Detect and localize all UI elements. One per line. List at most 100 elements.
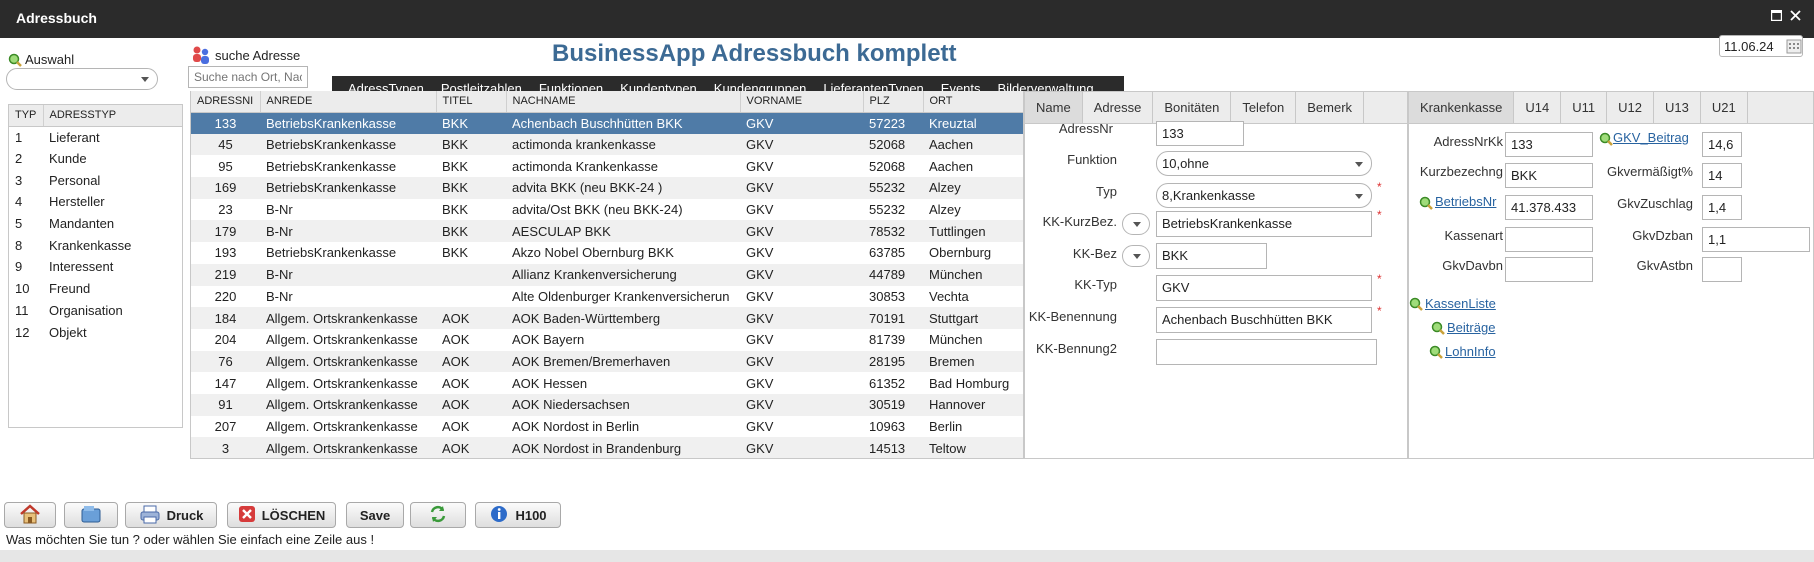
gkvermaessigt-field[interactable]: 14 — [1702, 163, 1742, 188]
table-row[interactable]: 45 BetriebsKrankenkasse BKK actimonda krank… — [191, 133, 1023, 156]
typ-row[interactable]: 3 Personal — [9, 169, 182, 191]
close-icon[interactable] — [1790, 9, 1801, 24]
funktion-select[interactable]: 10,ohne — [1156, 151, 1372, 176]
typ-row[interactable]: 1 Lieferant — [9, 126, 182, 148]
table-row[interactable]: 3 Allgem. Ortskrankenkasse AOK AOK Nordost … — [191, 437, 1023, 458]
lohninfo-link[interactable]: LohnInfo — [1445, 344, 1496, 359]
tab-u14[interactable]: U14 — [1514, 92, 1562, 123]
typ-row[interactable]: 2 Kunde — [9, 148, 182, 170]
home-button[interactable] — [4, 502, 56, 528]
gkvermaessigt-value: 14 — [1708, 168, 1723, 183]
delete-button[interactable]: LÖSCHEN — [227, 502, 336, 528]
nachname-cell: Akzo Nobel Obernburg BKK — [512, 245, 674, 261]
table-row[interactable]: 95 BetriebsKrankenkasse BKK actimonda Krank… — [191, 155, 1023, 177]
tab-bonitaeten[interactable]: Bonitäten — [1153, 92, 1232, 123]
anrede-cell: B-Nr — [266, 202, 293, 218]
kurzbez-dropdown-button[interactable] — [1122, 213, 1150, 235]
kk-bez-value: BKK — [1162, 248, 1189, 263]
calendar-icon[interactable] — [1786, 38, 1802, 57]
bez-dropdown-button[interactable] — [1122, 245, 1150, 267]
typ-row[interactable]: 5 Mandanten — [9, 213, 182, 235]
kassenliste-link[interactable]: KassenListe — [1425, 296, 1496, 311]
column-header-nachname[interactable]: NACHNAME — [506, 91, 741, 113]
adressnr-cell: 169 — [191, 177, 260, 199]
table-row[interactable]: 147 Allgem. Ortskrankenkasse AOK AOK Hessen… — [191, 372, 1023, 394]
tab-name[interactable]: Name — [1025, 92, 1083, 123]
adressnrkk-field[interactable]: 133 — [1505, 132, 1593, 157]
table-row[interactable]: 133 BetriebsKrankenkasse BKK Achenbach Busc… — [191, 112, 1023, 134]
vorname-cell: GKV — [740, 177, 863, 199]
beitraege-link[interactable]: Beiträge — [1447, 320, 1495, 335]
table-row[interactable]: 23 B-Nr BKK advita/Ost BKK (neu BKK-24) GKV 5… — [191, 199, 1023, 221]
typ-row[interactable]: 10 Freund — [9, 278, 182, 300]
tab-u12[interactable]: U12 — [1607, 92, 1654, 123]
typ-row[interactable]: 12 Objekt — [9, 321, 182, 343]
adresstyp-cell: Objekt — [49, 324, 87, 340]
kk-bez-field[interactable]: BKK — [1156, 243, 1267, 269]
refresh-button[interactable] — [410, 502, 466, 528]
plz-cell: 14513 — [863, 437, 923, 458]
kk-typ-field[interactable]: GKV — [1156, 275, 1372, 301]
gkvdzban-field[interactable]: 1,1 — [1702, 227, 1810, 252]
magnifier-icon[interactable] — [1431, 321, 1445, 335]
column-header-titel[interactable]: TITEL — [436, 91, 507, 113]
table-row[interactable]: 220 B-Nr Alte Oldenburger Krankenversicher… — [191, 286, 1023, 308]
typ-row[interactable]: 4 Hersteller — [9, 191, 182, 213]
betriebsnr-link[interactable]: BetriebsNr — [1435, 194, 1496, 209]
table-row[interactable]: 91 Allgem. Ortskrankenkasse AOK AOK Nieders… — [191, 393, 1023, 416]
gkv-beitrag-field[interactable]: 14,6 — [1702, 132, 1742, 157]
address-grid: ADRESSNI ANREDE TITEL NACHNAME VORNAME P… — [190, 91, 1024, 459]
magnifier-icon[interactable] — [1409, 297, 1423, 311]
save-button[interactable]: Save — [346, 502, 404, 528]
help-button[interactable]: H100 — [475, 502, 561, 528]
auswahl-select[interactable] — [6, 68, 158, 90]
maximize-icon[interactable] — [1770, 9, 1783, 24]
adressnr-field[interactable]: 133 — [1156, 121, 1244, 146]
search-input[interactable] — [188, 66, 308, 88]
column-header-vorname[interactable]: VORNAME — [740, 91, 864, 113]
tab-adresse[interactable]: Adresse — [1083, 92, 1154, 123]
column-header-typ[interactable]: TYP — [9, 105, 44, 127]
gkvastbn-field[interactable] — [1702, 257, 1742, 282]
column-header-adressnr[interactable]: ADRESSNI — [191, 91, 261, 113]
table-row[interactable]: 204 Allgem. Ortskrankenkasse AOK AOK Bayern… — [191, 329, 1023, 351]
tab-telefon[interactable]: Telefon — [1231, 92, 1297, 123]
typ-row[interactable]: 8 Krankenkasse — [9, 234, 182, 256]
vorname-cell: GKV — [740, 133, 863, 156]
table-row[interactable]: 76 Allgem. Ortskrankenkasse AOK AOK Bremen/… — [191, 350, 1023, 373]
column-header-plz[interactable]: PLZ — [863, 91, 924, 113]
gkvdavbn-field[interactable] — [1505, 257, 1593, 282]
magnifier-icon[interactable] — [1419, 196, 1433, 210]
magnifier-icon[interactable] — [1599, 132, 1613, 146]
kurzbezechng-field[interactable]: BKK — [1505, 163, 1593, 188]
kk-benennung-field[interactable]: Achenbach Buschhütten BKK — [1156, 307, 1372, 333]
gkvzuschlag-field[interactable]: 1,4 — [1702, 195, 1742, 220]
print-button[interactable]: Druck — [125, 502, 217, 528]
tab-krankenkasse[interactable]: Krankenkasse — [1409, 92, 1515, 123]
column-header-anrede[interactable]: ANREDE — [260, 91, 437, 113]
typ-row[interactable]: 11 Organisation — [9, 300, 182, 322]
typ-select[interactable]: 8,Krankenkasse — [1156, 183, 1372, 208]
column-header-adresstyp[interactable]: ADRESSTYP — [43, 105, 182, 127]
table-row[interactable]: 219 B-Nr Allianz Krankenversicherung GKV 447… — [191, 263, 1023, 286]
column-header-ort[interactable]: ORT — [923, 91, 1023, 113]
kk-kurzbez-field[interactable]: BetriebsKrankenkasse — [1156, 211, 1372, 237]
table-row[interactable]: 169 BetriebsKrankenkasse BKK advita BKK (ne… — [191, 177, 1023, 199]
table-row[interactable]: 193 BetriebsKrankenkasse BKK Akzo Nobel Obe… — [191, 242, 1023, 264]
magnifier-icon[interactable] — [1429, 345, 1443, 359]
typ-row[interactable]: 9 Interessent — [9, 256, 182, 278]
ort-cell: Vechta — [929, 288, 969, 304]
nachname-cell: Achenbach Buschhütten BKK — [506, 112, 740, 134]
betriebsnr-field[interactable]: 41.378.433 — [1505, 195, 1593, 220]
tab-u13[interactable]: U13 — [1654, 92, 1701, 123]
table-row[interactable]: 179 B-Nr BKK AESCULAP BKK GKV 78532 Tuttlingen — [191, 220, 1023, 243]
tab-u21[interactable]: U21 — [1701, 92, 1748, 123]
kassenart-field[interactable] — [1505, 227, 1593, 252]
table-row[interactable]: 207 Allgem. Ortskrankenkasse AOK AOK Nordos… — [191, 416, 1023, 438]
kk-bennung2-field[interactable] — [1156, 339, 1377, 365]
tab-u11[interactable]: U11 — [1561, 92, 1608, 123]
gkv-beitrag-link[interactable]: GKV_Beitrag — [1613, 130, 1689, 145]
folder-button[interactable] — [64, 502, 118, 528]
table-row[interactable]: 184 Allgem. Ortskrankenkasse AOK AOK Baden-… — [191, 307, 1023, 329]
tab-bemerk[interactable]: Bemerk — [1296, 92, 1365, 123]
